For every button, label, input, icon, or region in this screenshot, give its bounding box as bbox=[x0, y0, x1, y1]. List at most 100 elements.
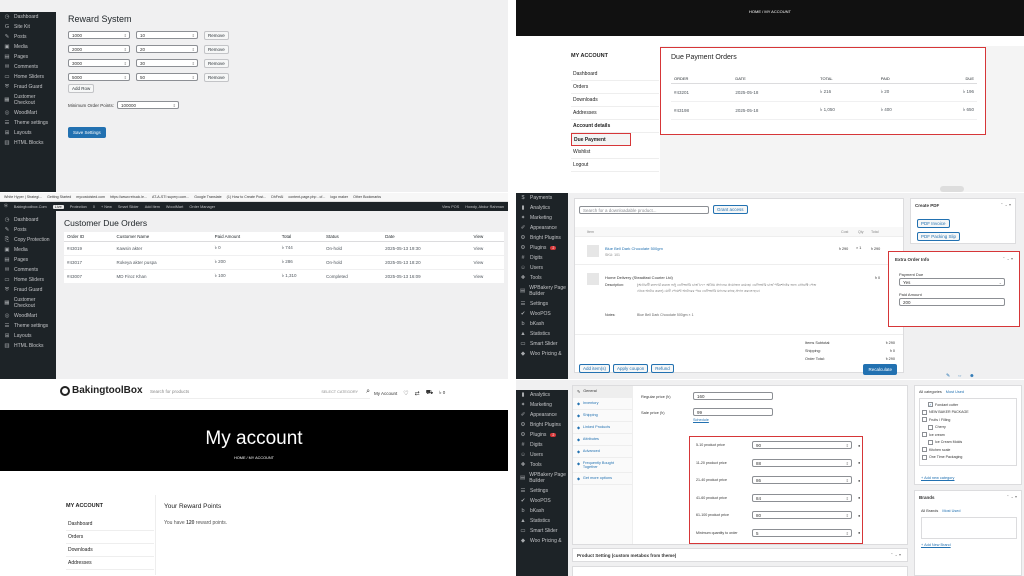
sidebar-item-plugins[interactable]: ⚙ Plugins 2 bbox=[516, 430, 568, 440]
sidebar-item-smart-slider[interactable]: ▭ Smart Slider bbox=[516, 526, 568, 536]
points-input[interactable]: 30 ⇕ bbox=[136, 59, 198, 67]
product-search[interactable]: Search for products SELECT CATEGORY ⌕ bbox=[150, 385, 370, 399]
amount-input[interactable]: 3000 ⇕ bbox=[68, 59, 130, 67]
sidebar-item-posts[interactable]: ✎ Posts bbox=[0, 225, 56, 235]
checkbox[interactable] bbox=[922, 409, 927, 415]
grant-access-button[interactable]: Grant access bbox=[713, 205, 748, 214]
tab-all-brands[interactable]: All Brands bbox=[921, 509, 938, 513]
amount-input[interactable]: 5000 ⇕ bbox=[68, 73, 130, 81]
sidebar-item-theme-settings[interactable]: ☰ Theme settings bbox=[0, 118, 56, 128]
paid-amount-input[interactable]: 200 bbox=[899, 298, 1005, 306]
checkbox[interactable] bbox=[922, 447, 927, 453]
sidebar-item-tools[interactable]: ✚ Tools bbox=[516, 273, 568, 283]
adminbar-item[interactable]: 0 bbox=[93, 205, 95, 209]
help-icon[interactable]: ● bbox=[858, 513, 860, 518]
recalculate-button[interactable]: Recalculate bbox=[863, 364, 897, 375]
tier-price-input[interactable]: 90 ⇕ bbox=[752, 441, 852, 449]
my-account-link[interactable]: My Account bbox=[374, 391, 397, 396]
tab-linked-products[interactable]: ◆ Linked Products bbox=[573, 422, 632, 434]
sidebar-item-wpbakery-page-builder[interactable]: ▤ WPBakery Page Builder bbox=[516, 470, 568, 486]
account-menu-dashboard[interactable]: Dashboard bbox=[571, 68, 659, 81]
sidebar-item-pages[interactable]: ▤ Pages bbox=[0, 52, 56, 62]
account-menu-downloads[interactable]: Downloads bbox=[571, 94, 659, 107]
sidebar-item-dashboard[interactable]: ◷ Dashboard bbox=[0, 12, 56, 22]
add-brand-link[interactable]: + Add New Brand bbox=[921, 543, 951, 547]
adminbar-item[interactable]: Order Manager bbox=[189, 205, 215, 209]
bookmark-item[interactable]: logo maker bbox=[330, 195, 348, 199]
sidebar-item-comments[interactable]: ✉ Comments bbox=[0, 62, 56, 72]
account-menu-addresses[interactable]: Addresses bbox=[66, 557, 154, 570]
amount-input[interactable]: 1000 ⇕ bbox=[68, 31, 130, 39]
help-icon[interactable]: ● bbox=[858, 460, 860, 465]
sidebar-item-layouts[interactable]: ⊞ Layouts bbox=[0, 128, 56, 138]
sidebar-item-appearance[interactable]: ✐ Appearance bbox=[516, 410, 568, 420]
sidebar-item-posts[interactable]: ✎ Posts bbox=[0, 32, 56, 42]
floating-tools[interactable]: ✎ ⇔ ☻ bbox=[946, 373, 974, 379]
save-settings-button[interactable]: Save Settings bbox=[68, 127, 106, 138]
checkbox[interactable] bbox=[922, 454, 927, 460]
refund-button[interactable]: Refund bbox=[651, 364, 674, 373]
account-menu-dashboard[interactable]: Dashboard bbox=[66, 518, 154, 531]
sidebar-item-users[interactable]: ☺ Users bbox=[516, 450, 568, 460]
tier-price-input[interactable]: 88 ⇕ bbox=[752, 458, 852, 467]
sidebar-item-digits[interactable]: # Digits bbox=[516, 440, 568, 450]
tab-shipping[interactable]: ◆ Shipping bbox=[573, 410, 632, 422]
sidebar-item-html-blocks[interactable]: ▥ HTML Blocks bbox=[0, 138, 56, 148]
sidebar-item-html-blocks[interactable]: ▥ HTML Blocks bbox=[0, 341, 56, 351]
category-item[interactable]: NEW BAKER PACKAGE bbox=[922, 409, 1014, 417]
add-row-button[interactable]: Add Row bbox=[68, 84, 95, 93]
sidebar-item-plugins[interactable]: ⚙ Plugins 2 bbox=[516, 243, 568, 253]
checkbox[interactable] bbox=[928, 439, 933, 445]
bookmark-item[interactable]: https://www.rebuck.le... bbox=[110, 195, 147, 199]
checkbox[interactable] bbox=[928, 424, 933, 430]
wordpress-icon[interactable]: Ⓦ bbox=[4, 204, 8, 209]
help-icon[interactable]: ● bbox=[858, 443, 860, 448]
sidebar-item-marketing[interactable]: ✦ Marketing bbox=[516, 213, 568, 223]
bookmark-item[interactable]: content-page.php - cf... bbox=[288, 195, 325, 199]
sidebar-item-payments[interactable]: $ Payments bbox=[516, 193, 568, 203]
sidebar-item-analytics[interactable]: ▮ Analytics bbox=[516, 203, 568, 213]
sidebar-item-woopos[interactable]: ✔ WooPOS bbox=[516, 496, 568, 506]
adminbar-item[interactable]: View POS bbox=[442, 205, 459, 209]
category-item[interactable]: Ice cream bbox=[922, 431, 1014, 439]
sidebar-item-woodmart[interactable]: ◎ WoodMart bbox=[0, 108, 56, 118]
sidebar-item-customer-checkout[interactable]: ▦ Customer Checkout bbox=[0, 92, 56, 108]
sidebar-item-statistics[interactable]: ▲ Statistics bbox=[516, 329, 568, 339]
sidebar-item-smart-slider[interactable]: ▭ Smart Slider bbox=[516, 339, 568, 349]
box-controls-icon[interactable]: ⌃ ⌄ ▾ bbox=[1002, 256, 1013, 261]
remove-button[interactable]: Remove bbox=[204, 30, 229, 40]
sidebar-item-copy-protection[interactable]: ⎘ Copy Protection bbox=[0, 235, 56, 245]
schedule-link[interactable]: Schedule bbox=[693, 418, 709, 422]
checkbox[interactable] bbox=[922, 432, 927, 438]
sidebar-item-media[interactable]: ▣ Media bbox=[0, 245, 56, 255]
tab-most-used[interactable]: Most Used bbox=[946, 390, 964, 394]
account-menu-account-details[interactable]: Account details bbox=[571, 120, 659, 133]
points-input[interactable]: 10 ⇕ bbox=[136, 31, 198, 39]
amount-input[interactable]: 2000 ⇕ bbox=[68, 45, 130, 53]
help-icon[interactable]: ● bbox=[858, 478, 860, 483]
bookmark-item[interactable]: Other Bookmarks bbox=[353, 195, 381, 199]
sidebar-item-woopos[interactable]: ✔ WooPOS bbox=[516, 309, 568, 319]
checkbox[interactable] bbox=[922, 417, 927, 423]
adminbar-item[interactable]: + New bbox=[101, 205, 112, 209]
sidebar-item-digits[interactable]: # Digits bbox=[516, 253, 568, 263]
tab-all-categories[interactable]: All categories bbox=[919, 390, 942, 394]
account-menu-downloads[interactable]: Downloads bbox=[66, 544, 154, 557]
sidebar-item-tools[interactable]: ✚ Tools bbox=[516, 460, 568, 470]
sidebar-item-woo-pricing[interactable]: ◆ Woo Pricing & bbox=[516, 536, 568, 546]
sidebar-item-bkash[interactable]: b bKash bbox=[516, 319, 568, 329]
account-menu-orders[interactable]: Orders bbox=[66, 531, 154, 544]
sidebar-item-home-sliders[interactable]: ▭ Home Sliders bbox=[0, 72, 56, 82]
tier-price-input[interactable]: 84 ⇕ bbox=[752, 493, 852, 502]
help-icon[interactable]: ● bbox=[858, 495, 860, 500]
remove-button[interactable]: Remove bbox=[204, 44, 229, 54]
sidebar-item-bright-plugins[interactable]: ⚙ Bright Plugins bbox=[516, 233, 568, 243]
sidebar-item-woodmart[interactable]: ◎ WoodMart bbox=[0, 311, 56, 321]
tier-price-input[interactable]: 86 ⇕ bbox=[752, 476, 852, 484]
compare-icon[interactable]: ⇄ bbox=[415, 390, 420, 397]
sidebar-item-marketing[interactable]: ✦ Marketing bbox=[516, 400, 568, 410]
adminbar-item[interactable]: Bakingtoolbox.Com bbox=[14, 205, 47, 209]
box-controls-icon[interactable]: ⌃ ⌄ ▾ bbox=[1000, 202, 1011, 207]
add-items-button[interactable]: Add item(s) bbox=[579, 364, 611, 373]
account-menu-wishlist[interactable]: Wishlist bbox=[571, 146, 659, 159]
